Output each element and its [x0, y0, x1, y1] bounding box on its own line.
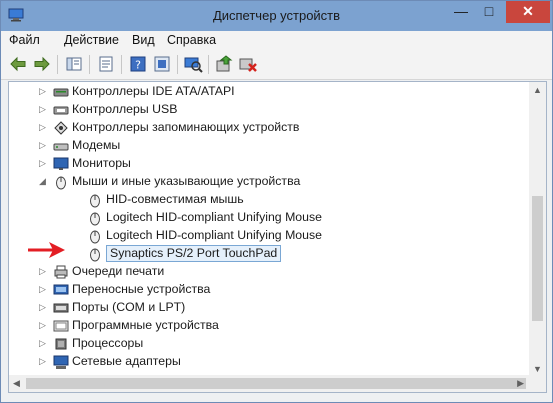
- expand-arrow-icon[interactable]: ▷: [39, 87, 48, 96]
- ide-controller-icon: [53, 88, 69, 97]
- port-icon: [53, 303, 69, 313]
- monitor-icon: [53, 157, 69, 170]
- tree-node[interactable]: ▷ Программные устройства: [9, 317, 529, 335]
- tree-node-label[interactable]: Мыши и иные указывающие устройства: [72, 174, 300, 188]
- menu-bar: Файл Действие Вид Справка: [1, 31, 552, 51]
- toolbar-separator: [57, 55, 58, 74]
- tree-node[interactable]: ▷ Модемы: [9, 137, 529, 155]
- tree-node[interactable]: ▷ Порты (COM и LPT): [9, 299, 529, 317]
- device-tree[interactable]: ▷ Контроллеры IDE ATA/ATAPI ▷ Контроллеры U…: [8, 81, 547, 393]
- update-driver-icon[interactable]: [214, 54, 234, 74]
- tree-node-label[interactable]: HID-совместимая мышь: [106, 192, 244, 206]
- expand-arrow-icon[interactable]: ▷: [39, 123, 48, 132]
- tree-node-label[interactable]: Мониторы: [72, 156, 131, 170]
- scroll-down-arrow-icon[interactable]: ▼: [533, 364, 542, 374]
- svg-text:?: ?: [135, 59, 141, 72]
- toolbar-separator: [208, 55, 209, 74]
- tree-node[interactable]: ▷ Мониторы: [9, 155, 529, 173]
- uninstall-icon[interactable]: [238, 54, 258, 74]
- expand-arrow-icon[interactable]: ▷: [39, 141, 48, 150]
- show-hide-tree-icon[interactable]: [64, 54, 84, 74]
- tree-node-label[interactable]: Процессоры: [72, 336, 143, 350]
- maximize-button[interactable]: □: [475, 1, 503, 23]
- storage-controller-icon: [54, 121, 68, 135]
- scan-hardware-icon[interactable]: [183, 54, 203, 74]
- tree-node[interactable]: ▷ Процессоры: [9, 335, 529, 353]
- title-bar[interactable]: Диспетчер устройств — □ ✕: [1, 1, 552, 31]
- tree-node[interactable]: ▷ Переносные устройства: [9, 281, 529, 299]
- scroll-up-arrow-icon[interactable]: ▲: [533, 85, 542, 95]
- tree-node-label[interactable]: Контроллеры запоминающих устройств: [72, 120, 299, 134]
- mouse-icon: [90, 248, 100, 262]
- mouse-icon: [56, 176, 66, 190]
- tree-node[interactable]: ▷ Очереди печати: [9, 263, 529, 281]
- tree-node-label[interactable]: Порты (COM и LPT): [72, 300, 185, 314]
- tree-node[interactable]: ▷ Контроллеры IDE ATA/ATAPI: [9, 83, 529, 101]
- expand-arrow-icon[interactable]: ▷: [39, 267, 48, 276]
- back-icon[interactable]: [8, 54, 28, 74]
- tree-node-label[interactable]: Контроллеры IDE ATA/ATAPI: [72, 84, 235, 98]
- tree-node[interactable]: ◢ Мыши и иные указывающие устройства: [9, 173, 529, 191]
- red-pointer-arrow-icon: [28, 242, 65, 258]
- tree-node[interactable]: ▷ Контроллеры USB: [9, 101, 529, 119]
- expand-arrow-icon[interactable]: ▷: [39, 159, 48, 168]
- collapse-arrow-icon[interactable]: ◢: [39, 177, 48, 186]
- tree-node-label[interactable]: Модемы: [72, 138, 120, 152]
- menu-file[interactable]: Файл: [9, 33, 40, 47]
- tree-node-label[interactable]: Очереди печати: [72, 264, 164, 278]
- tree-node[interactable]: ▷ Контроллеры запоминающих устройств: [9, 119, 529, 137]
- tree-node-label[interactable]: Контроллеры USB: [72, 102, 177, 116]
- expand-arrow-icon[interactable]: ▷: [39, 357, 48, 366]
- scroll-left-arrow-icon[interactable]: ◀: [13, 378, 20, 389]
- mouse-icon: [90, 194, 100, 208]
- tree-node-selected[interactable]: Synaptics PS/2 Port TouchPad: [9, 245, 529, 263]
- toolbar-separator: [177, 55, 178, 74]
- horizontal-scrollbar[interactable]: ◀ ▶: [9, 375, 546, 392]
- tree-node-label[interactable]: Переносные устройства: [72, 282, 210, 296]
- toolbar-separator: [89, 55, 90, 74]
- horizontal-scroll-thumb[interactable]: [26, 378, 526, 389]
- portable-device-icon: [53, 284, 69, 295]
- tree-node[interactable]: Logitech HID-compliant Unifying Mouse: [9, 209, 529, 227]
- expand-arrow-icon[interactable]: ▷: [39, 339, 48, 348]
- printer-queue-icon: [54, 265, 68, 279]
- action-view-icon[interactable]: [152, 54, 172, 74]
- properties-icon[interactable]: [96, 54, 116, 74]
- network-adapter-icon: [53, 355, 69, 369]
- minimize-button[interactable]: —: [447, 1, 475, 23]
- tree-node-label[interactable]: Программные устройства: [72, 318, 219, 332]
- close-button[interactable]: ✕: [506, 1, 550, 23]
- tree-node-label[interactable]: Сетевые адаптеры: [72, 354, 181, 368]
- toolbar: ?: [1, 51, 552, 80]
- vertical-scrollbar[interactable]: ▲ ▼: [529, 82, 546, 377]
- toolbar-separator: [121, 55, 122, 74]
- vertical-scroll-thumb[interactable]: [532, 196, 543, 321]
- processor-icon: [55, 338, 67, 350]
- expand-arrow-icon[interactable]: ▷: [39, 105, 48, 114]
- usb-controller-icon: [53, 106, 69, 115]
- tree-node-label[interactable]: Logitech HID-compliant Unifying Mouse: [106, 210, 322, 224]
- menu-view[interactable]: Вид: [132, 33, 155, 47]
- tree-node-label[interactable]: Logitech HID-compliant Unifying Mouse: [106, 228, 322, 242]
- scroll-right-arrow-icon[interactable]: ▶: [517, 378, 524, 389]
- menu-help[interactable]: Справка: [167, 33, 216, 47]
- software-device-icon: [53, 320, 69, 332]
- forward-icon[interactable]: [32, 54, 52, 74]
- tree-node-label[interactable]: Synaptics PS/2 Port TouchPad: [106, 245, 282, 262]
- modem-icon: [53, 143, 69, 151]
- expand-arrow-icon[interactable]: ▷: [39, 285, 48, 294]
- tree-node[interactable]: ▷ Сетевые адаптеры: [9, 353, 529, 371]
- mouse-icon: [90, 212, 100, 226]
- expand-arrow-icon[interactable]: ▷: [39, 303, 48, 312]
- tree-node[interactable]: HID-совместимая мышь: [9, 191, 529, 209]
- device-manager-window: Диспетчер устройств — □ ✕ Файл Действие …: [0, 0, 553, 403]
- tree-node[interactable]: Logitech HID-compliant Unifying Mouse: [9, 227, 529, 245]
- mouse-icon: [90, 230, 100, 244]
- expand-arrow-icon[interactable]: ▷: [39, 321, 48, 330]
- menu-action[interactable]: Действие: [64, 33, 119, 47]
- help-icon[interactable]: ?: [128, 54, 148, 74]
